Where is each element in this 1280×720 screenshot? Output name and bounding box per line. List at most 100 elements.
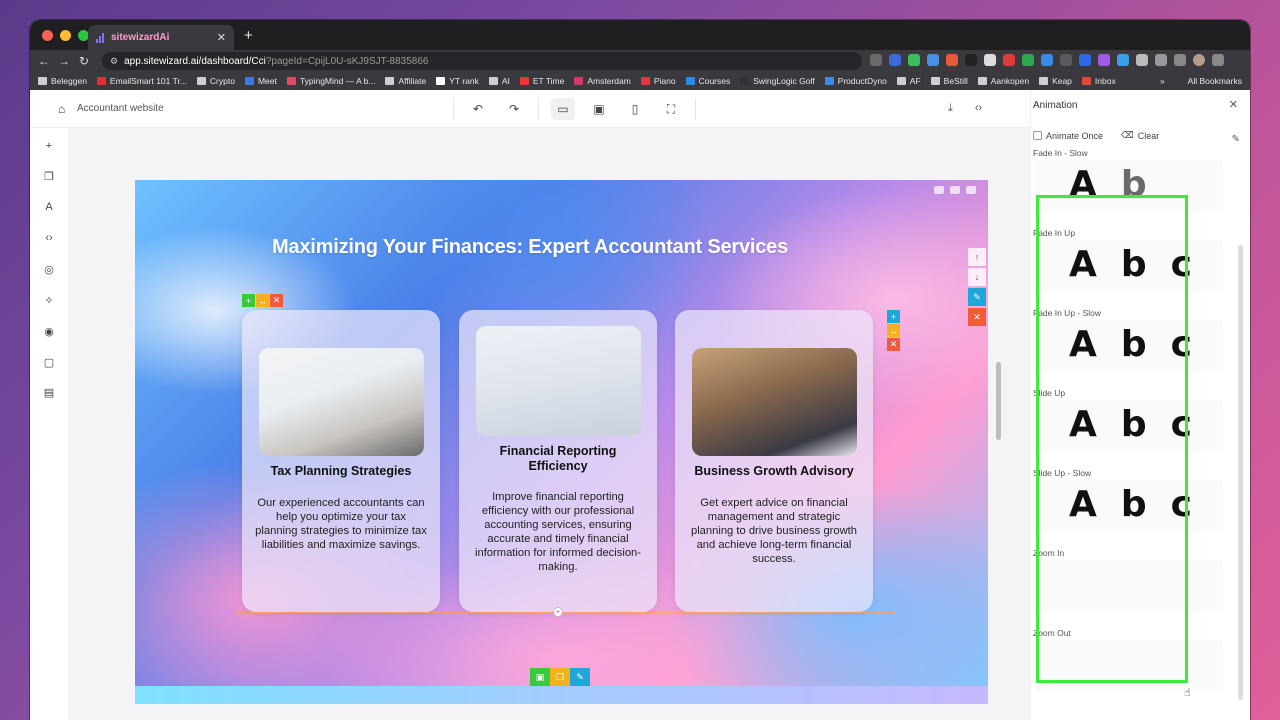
canvas-scrollbar[interactable]	[996, 362, 1001, 440]
all-bookmarks-button[interactable]: » All Bookmarks	[1160, 72, 1242, 90]
bookmark-item[interactable]: Keap	[1039, 76, 1072, 86]
extension-icon[interactable]	[1003, 54, 1015, 66]
extension-icon[interactable]	[908, 54, 920, 66]
move-up-icon[interactable]: ↑	[968, 248, 986, 266]
minimize-window-button[interactable]	[60, 29, 71, 41]
bookmark-item[interactable]: AI	[488, 76, 510, 86]
bookmark-item[interactable]: Meet	[244, 76, 277, 86]
tablet-view-icon[interactable]: ▣	[587, 98, 611, 120]
bookmark-item[interactable]: AF	[896, 76, 921, 86]
move-down-icon[interactable]: ↓	[968, 268, 986, 286]
panel-scrollbar[interactable]	[1238, 245, 1243, 700]
sidebar-icon[interactable]	[1174, 54, 1186, 66]
bookmark-item[interactable]: Amsterdam	[574, 76, 631, 86]
bookmark-item[interactable]: Piano	[640, 76, 676, 86]
reload-icon[interactable]: ↻	[74, 54, 94, 68]
extension-icon[interactable]	[1079, 54, 1091, 66]
add-block-button[interactable]: +	[553, 607, 563, 617]
extension-icon[interactable]	[1060, 54, 1072, 66]
tab-close-icon[interactable]: ✕	[217, 31, 226, 44]
bookmark-item[interactable]: Beleggen	[38, 76, 87, 86]
forward-icon[interactable]: →	[54, 54, 74, 68]
settings-icon[interactable]: ◎	[42, 263, 56, 277]
clipboard-icon[interactable]: ▤	[42, 386, 56, 400]
card-body[interactable]: Improve financial reporting efficiency w…	[471, 490, 645, 574]
extension-icon[interactable]	[1041, 54, 1053, 66]
wrench-icon[interactable]: ✎	[968, 288, 986, 306]
bookmark-item[interactable]: Crypto	[196, 76, 235, 86]
fullscreen-icon[interactable]: ⛶	[659, 98, 683, 120]
pencil-icon[interactable]: ✎	[1232, 134, 1240, 145]
comment-icon[interactable]: ▢	[42, 356, 56, 370]
extension-icon[interactable]	[1098, 54, 1110, 66]
extension-icon[interactable]	[1022, 54, 1034, 66]
extension-icon[interactable]	[889, 54, 901, 66]
add-row-button[interactable]: +	[242, 294, 255, 307]
url-bar[interactable]: ⚙ app.sitewizard.ai/dashboard/Cci ?pageI…	[102, 52, 862, 70]
card-image[interactable]	[259, 348, 424, 456]
section-more-icon[interactable]	[966, 186, 976, 194]
undo-icon[interactable]: ↶	[466, 98, 490, 120]
mobile-view-icon[interactable]: ▯	[623, 98, 647, 120]
card-title[interactable]: Tax Planning Strategies	[252, 464, 430, 479]
bookmark-item[interactable]: ProductDyno	[824, 76, 887, 86]
code-icon[interactable]: ‹›	[975, 102, 982, 115]
code-icon[interactable]: ‹›	[42, 232, 56, 246]
animate-once-checkbox[interactable]	[1033, 131, 1042, 140]
page-section[interactable]: Maximizing Your Finances: Expert Account…	[135, 180, 988, 704]
service-card[interactable]: Tax Planning Strategies Our experienced …	[242, 310, 440, 612]
wrench-icon[interactable]: ✎	[570, 668, 590, 686]
move-column-button[interactable]: ↔	[887, 324, 900, 337]
delete-column-button[interactable]: ✕	[887, 338, 900, 351]
card-image[interactable]	[476, 326, 641, 436]
card-body[interactable]: Our experienced accountants can help you…	[254, 496, 428, 552]
edit-section-icon[interactable]	[934, 186, 944, 194]
reading-list-icon[interactable]	[1155, 54, 1167, 66]
bookmark-item[interactable]: BeStill	[930, 76, 968, 86]
extension-icon[interactable]	[965, 54, 977, 66]
sparkle-icon[interactable]: ✧	[42, 294, 56, 308]
close-window-button[interactable]	[42, 29, 53, 41]
desktop-view-icon[interactable]: ▭	[551, 98, 575, 120]
bookmark-item[interactable]: ET Time	[519, 76, 564, 86]
back-icon[interactable]: ←	[34, 54, 54, 68]
bookmark-item[interactable]: Affiliate	[385, 76, 426, 86]
bookmark-item[interactable]: Inbox	[1081, 76, 1116, 86]
extension-icon[interactable]	[927, 54, 939, 66]
preview-icon[interactable]: ◉	[42, 325, 56, 339]
delete-section-icon[interactable]: ✕	[968, 308, 986, 326]
bookmark-item[interactable]: SwingLogic Golf	[740, 76, 815, 86]
bookmark-item[interactable]: TypingMind — A b...	[286, 76, 375, 86]
typography-icon[interactable]: A	[42, 201, 56, 215]
kebab-menu-icon[interactable]	[1212, 54, 1224, 66]
extension-icon[interactable]	[946, 54, 958, 66]
image-icon[interactable]: ▣	[530, 668, 550, 686]
extension-icon[interactable]	[870, 54, 882, 66]
profile-avatar[interactable]	[1193, 54, 1205, 66]
service-card[interactable]: Financial Reporting Efficiency Improve f…	[459, 310, 657, 612]
bookmark-item[interactable]: Aankopen	[977, 76, 1029, 86]
add-element-icon[interactable]: +	[42, 140, 56, 154]
new-tab-icon[interactable]: +	[244, 27, 253, 44]
pages-icon[interactable]: ❐	[42, 170, 56, 184]
redo-icon[interactable]: ↷	[502, 98, 526, 120]
move-row-button[interactable]: ↔	[256, 294, 269, 307]
browser-tab[interactable]: sitewizardAi ✕	[88, 25, 234, 50]
download-icon[interactable]: ⤓	[948, 102, 953, 115]
layers-icon[interactable]: ❐	[550, 668, 570, 686]
close-icon[interactable]: ✕	[1229, 98, 1238, 111]
bookmark-item[interactable]: Courses	[685, 76, 730, 86]
extension-icon[interactable]	[984, 54, 996, 66]
card-image[interactable]	[692, 348, 857, 456]
bookmark-item[interactable]: YT rank	[436, 76, 479, 86]
card-body[interactable]: Get expert advice on financial managemen…	[687, 496, 861, 566]
clear-button[interactable]: ⌫ Clear	[1121, 130, 1159, 141]
bookmark-item[interactable]: EmailSmart 101 Tr...	[96, 76, 187, 86]
section-settings-icon[interactable]	[950, 186, 960, 194]
home-icon[interactable]: ⌂	[58, 102, 65, 116]
delete-row-button[interactable]: ✕	[270, 294, 283, 307]
site-info-icon[interactable]: ⚙	[110, 56, 118, 67]
puzzle-extensions-icon[interactable]	[1136, 54, 1148, 66]
service-card[interactable]: Business Growth Advisory Get expert advi…	[675, 310, 873, 612]
extension-icon[interactable]	[1117, 54, 1129, 66]
